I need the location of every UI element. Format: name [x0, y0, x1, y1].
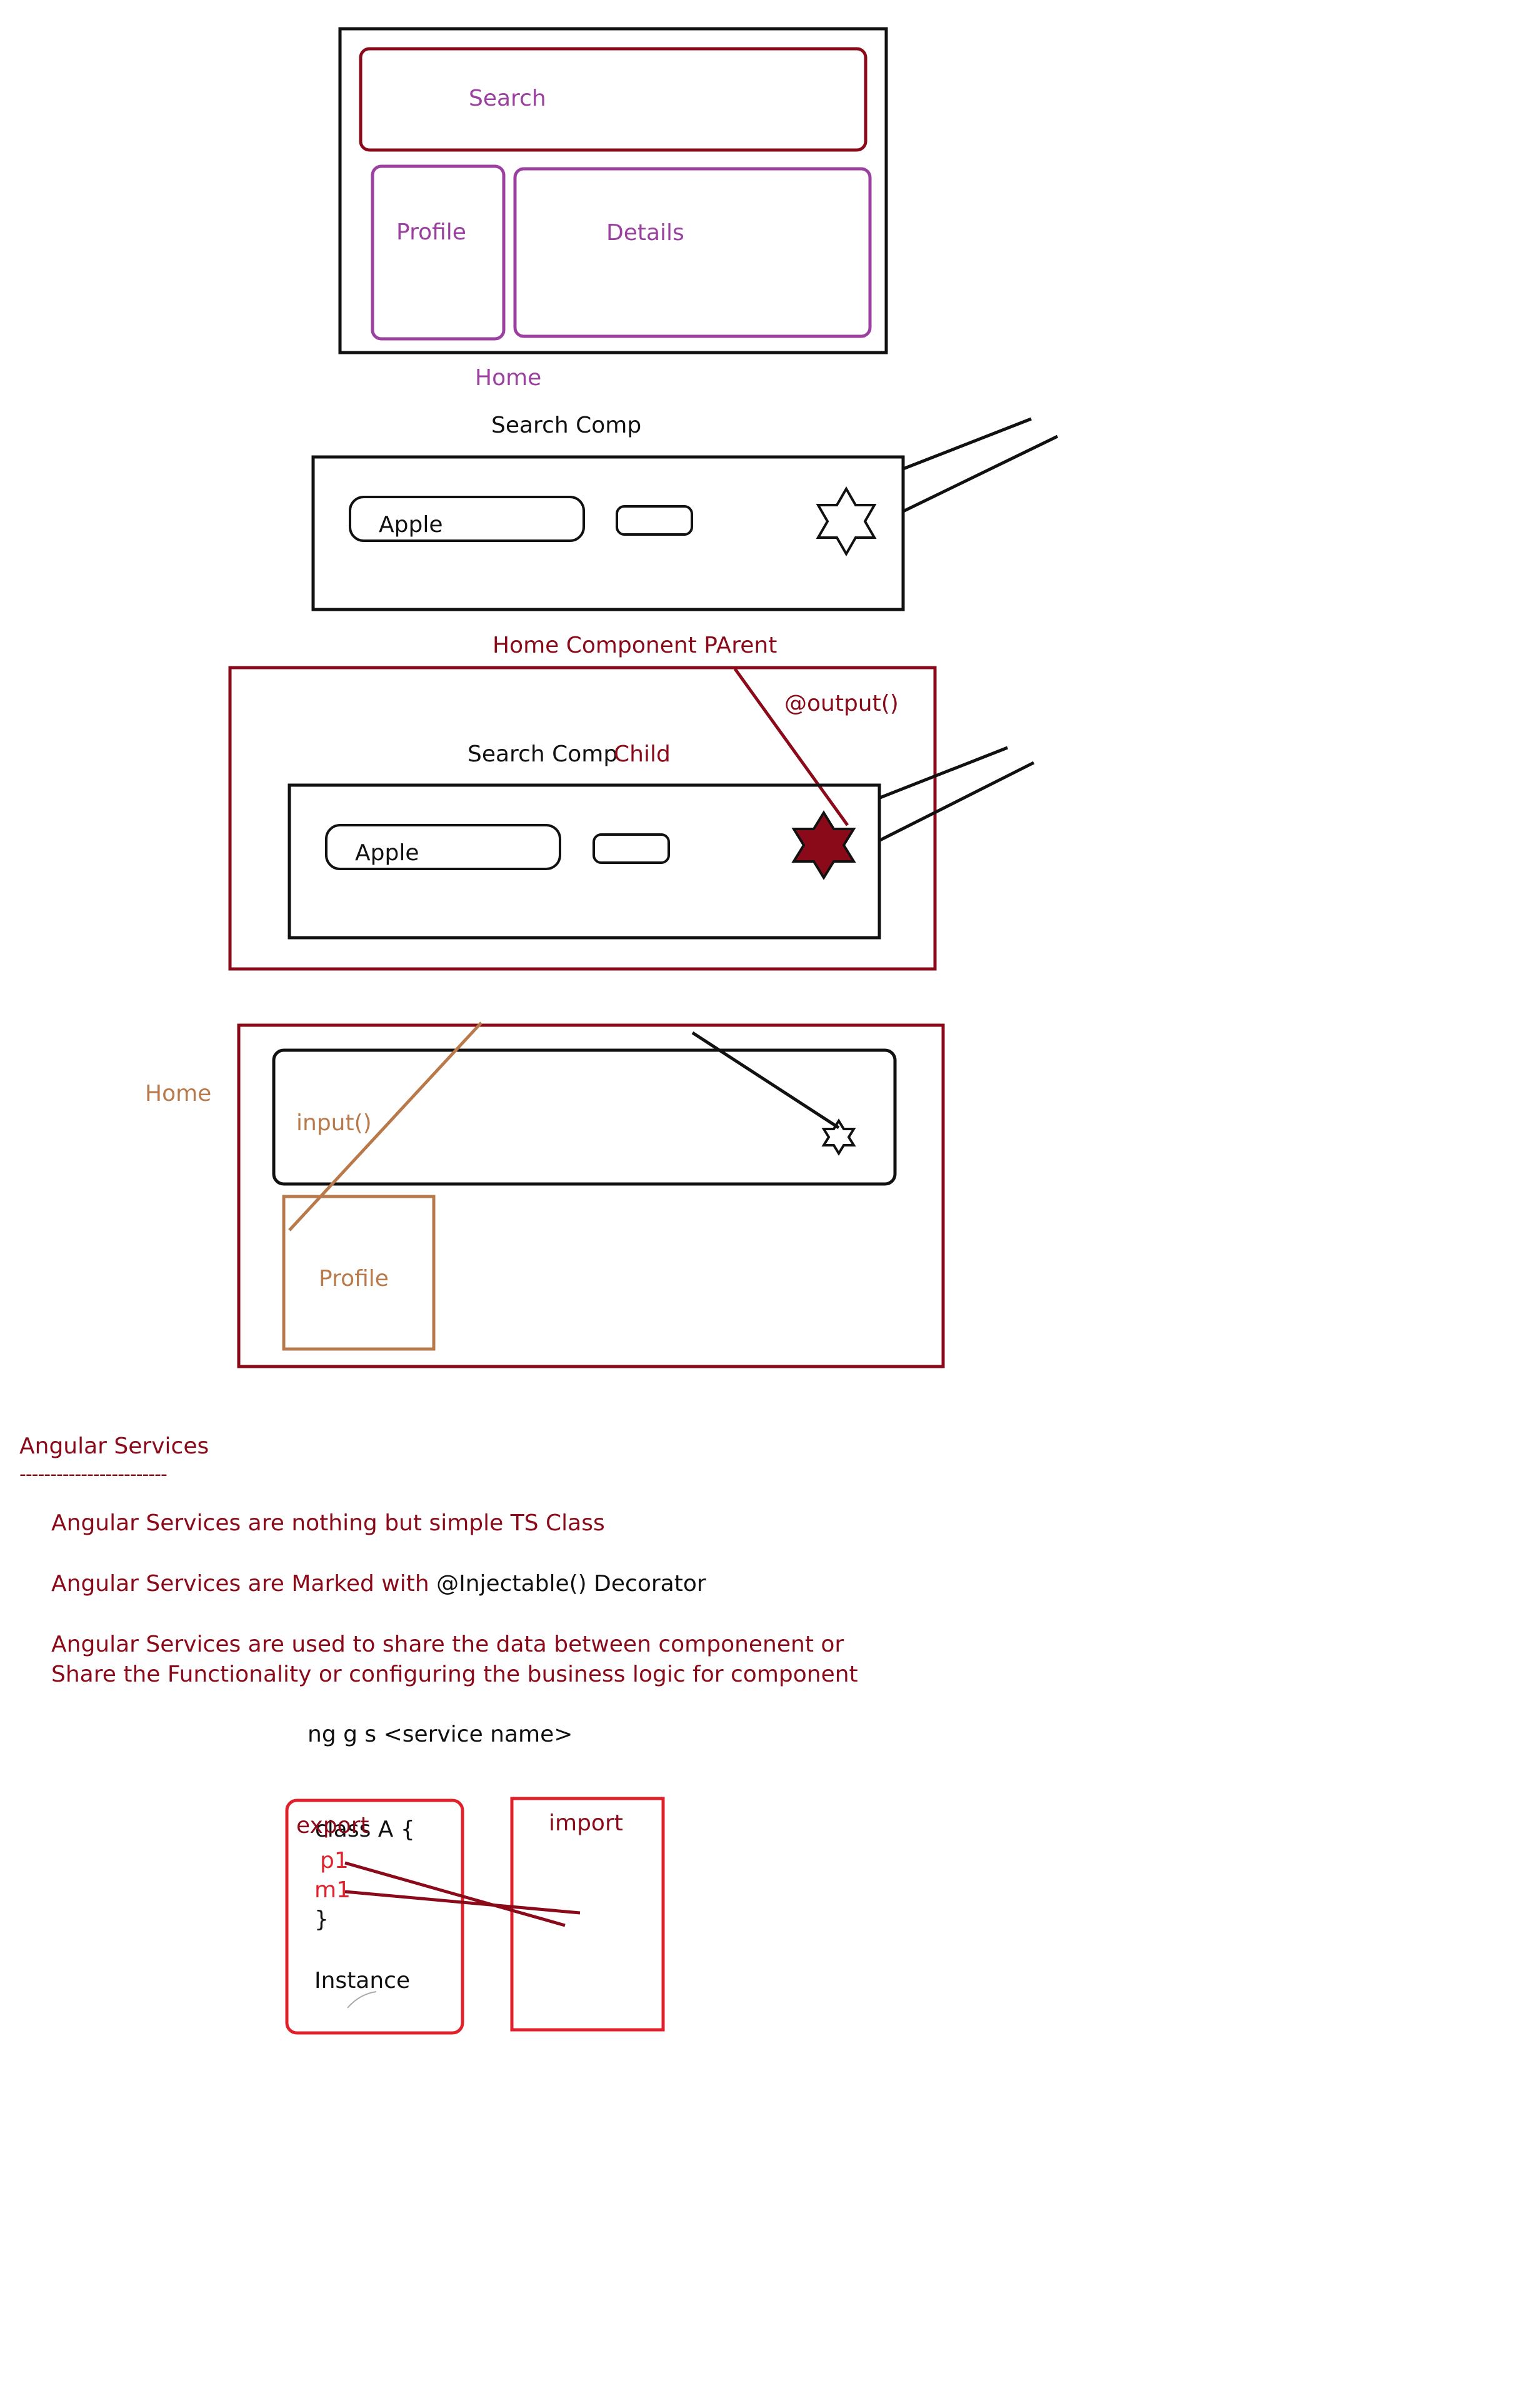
apple-text: Apple [379, 512, 442, 538]
notes-line-2-black: @Injectable() Decorator [436, 1571, 706, 1597]
home-side-label: Home [145, 1081, 211, 1106]
notes-heading-underline: ------------------------ [19, 1463, 167, 1485]
search-comp-title: Search Comp [491, 413, 641, 438]
home-parent-title: Home Component PArent [492, 633, 777, 658]
child-apple-text: Apple [355, 840, 419, 866]
m1-label: m1 [314, 1877, 351, 1903]
notes-line-1: Angular Services are nothing but simple … [51, 1510, 605, 1536]
home-parent-diagram: Home Component PArent @output() Search C… [228, 633, 1035, 971]
child-button-shape [592, 833, 670, 864]
child-comp-label: Search Comp [468, 741, 618, 767]
star-connector-line [691, 1031, 840, 1130]
home-label: Home [475, 365, 541, 391]
cli-command: ng g s <service name> [308, 1722, 572, 1747]
export-label: export [296, 1813, 369, 1839]
child-connector-upper [879, 746, 1008, 800]
angular-services-notes: Angular Services -----------------------… [19, 1433, 858, 1747]
instance-label: Instance [314, 1968, 410, 1994]
search-box [359, 47, 868, 152]
profile-box [371, 164, 506, 341]
details-box [513, 167, 872, 338]
star-icon [816, 486, 877, 557]
button-shape [616, 505, 693, 536]
input-label: input() [296, 1110, 372, 1136]
closing-brace: } [314, 1907, 329, 1932]
import-label: import [549, 1810, 623, 1836]
home-outer-box [338, 27, 888, 354]
search-comp-diagram: Search Comp Apple [311, 413, 1059, 611]
search-label: Search [469, 86, 546, 111]
whiteboard-canvas: Search Profile Details Home Search Comp … [19, 27, 1059, 2035]
output-label: @output() [784, 691, 899, 716]
p1-label: p1 [320, 1848, 349, 1874]
profile-label: Profile [396, 219, 466, 245]
child-connector-lower [879, 761, 1035, 842]
notes-heading: Angular Services [19, 1433, 209, 1459]
instance-scribble [347, 1991, 377, 2009]
notes-line-2-red: Angular Services are Marked with [51, 1571, 436, 1597]
details-label: Details [606, 220, 684, 246]
small-star-icon [821, 1118, 856, 1156]
home-layout-diagram: Search Profile Details Home [338, 27, 888, 391]
home-input-diagram: Home input() Profile [145, 1021, 945, 1368]
child-label: Child [614, 741, 671, 767]
notes-line-2: Angular Services are Marked with @Inject… [51, 1571, 706, 1597]
notes-line-4: Share the Functionality or configuring t… [51, 1662, 858, 1687]
profile-brown-label: Profile [319, 1266, 389, 1292]
connector-line-upper [902, 417, 1032, 471]
connector-line-lower [902, 434, 1059, 513]
notes-line-3: Angular Services are used to share the d… [51, 1632, 844, 1657]
export-import-diagram: class A { export p1 m1 } Instance import [285, 1797, 665, 2035]
